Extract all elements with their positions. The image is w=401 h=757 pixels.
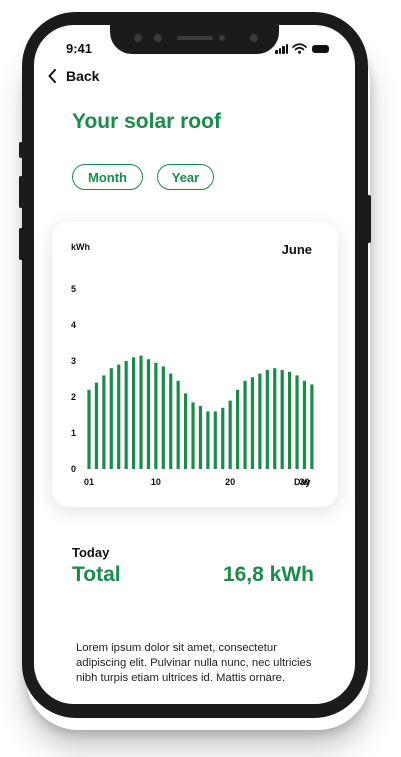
- description-text: Lorem ipsum dolor sit amet, consectetur …: [76, 642, 312, 684]
- y-tick-label: 1: [71, 428, 76, 438]
- chart-bar: [183, 393, 188, 469]
- chart-card: kWh June 0 1 2 3 4 5 01 10 20 30 Day: [52, 222, 338, 507]
- chart-bar: [117, 364, 121, 469]
- chart-bar: [273, 368, 277, 469]
- chart-bar: [213, 411, 217, 469]
- y-tick-label: 0: [71, 464, 76, 474]
- x-tick-label: 10: [151, 477, 161, 487]
- sensor-dot: [154, 34, 162, 42]
- page-title: Your solar roof: [72, 110, 221, 133]
- chart-bar: [206, 411, 210, 469]
- chart-bar: [191, 402, 195, 469]
- x-tick-label: 01: [84, 477, 94, 487]
- chart-bar: [102, 375, 106, 469]
- back-label: Back: [66, 68, 100, 84]
- chart-bar: [124, 361, 128, 469]
- chart-bar: [295, 375, 299, 469]
- chevron-left-icon: [48, 69, 56, 83]
- status-time: 9:41: [66, 41, 93, 56]
- chart-bar: [176, 380, 180, 469]
- sensor-dot: [134, 34, 142, 42]
- chart-bar: [243, 380, 247, 469]
- chart-bar: [228, 400, 232, 469]
- chart-bar: [221, 407, 225, 469]
- y-tick-label: 3: [71, 356, 76, 366]
- total-label: Total: [72, 563, 121, 586]
- camera-dot: [219, 35, 225, 41]
- chart-bar: [310, 384, 314, 469]
- chart-bar: [139, 355, 143, 469]
- y-axis-unit-label: kWh: [71, 242, 90, 252]
- chart-bar: [236, 389, 240, 469]
- chart-bar: [288, 371, 292, 469]
- energy-chart: kWh June 01234501 10 20 30Day: [71, 242, 314, 487]
- filter-year-button[interactable]: Year: [157, 164, 214, 190]
- wifi-icon: [292, 43, 307, 54]
- y-tick-label: 5: [71, 284, 76, 294]
- volume-down-button: [19, 228, 23, 260]
- chart-bar: [94, 382, 99, 469]
- chart-period-label: June: [282, 242, 312, 257]
- chart-bar: [302, 380, 307, 469]
- power-button: [367, 195, 371, 243]
- total-value: 16,8 kWh: [222, 563, 314, 586]
- chart-bar: [258, 373, 262, 469]
- chart-bar: [265, 370, 269, 469]
- battery-icon: [312, 45, 329, 53]
- notch: [110, 24, 279, 54]
- today-label: Today: [72, 545, 110, 560]
- back-button[interactable]: Back: [48, 68, 99, 84]
- y-tick-label: 4: [71, 320, 76, 330]
- chart-bar: [280, 370, 284, 469]
- status-icons: [275, 42, 329, 54]
- chart-bar: [161, 366, 165, 469]
- chart-bar: [169, 373, 173, 469]
- y-tick-label: 2: [71, 392, 76, 402]
- mute-switch: [19, 142, 23, 158]
- chart-bar: [109, 368, 113, 469]
- volume-up-button: [19, 176, 23, 208]
- x-tick-label: 20: [225, 477, 235, 487]
- x-axis-unit-label: Day: [294, 477, 311, 487]
- chart-bar: [250, 377, 255, 469]
- speaker-grille: [177, 36, 213, 40]
- chart-bar: [198, 406, 203, 469]
- chart-bar: [131, 357, 136, 469]
- camera-lens: [250, 34, 258, 42]
- chart-bar: [87, 389, 91, 469]
- chart-bar: [146, 359, 151, 469]
- chart-bar: [154, 362, 158, 469]
- cellular-signal-icon: [275, 43, 288, 54]
- filter-month-button[interactable]: Month: [72, 164, 143, 190]
